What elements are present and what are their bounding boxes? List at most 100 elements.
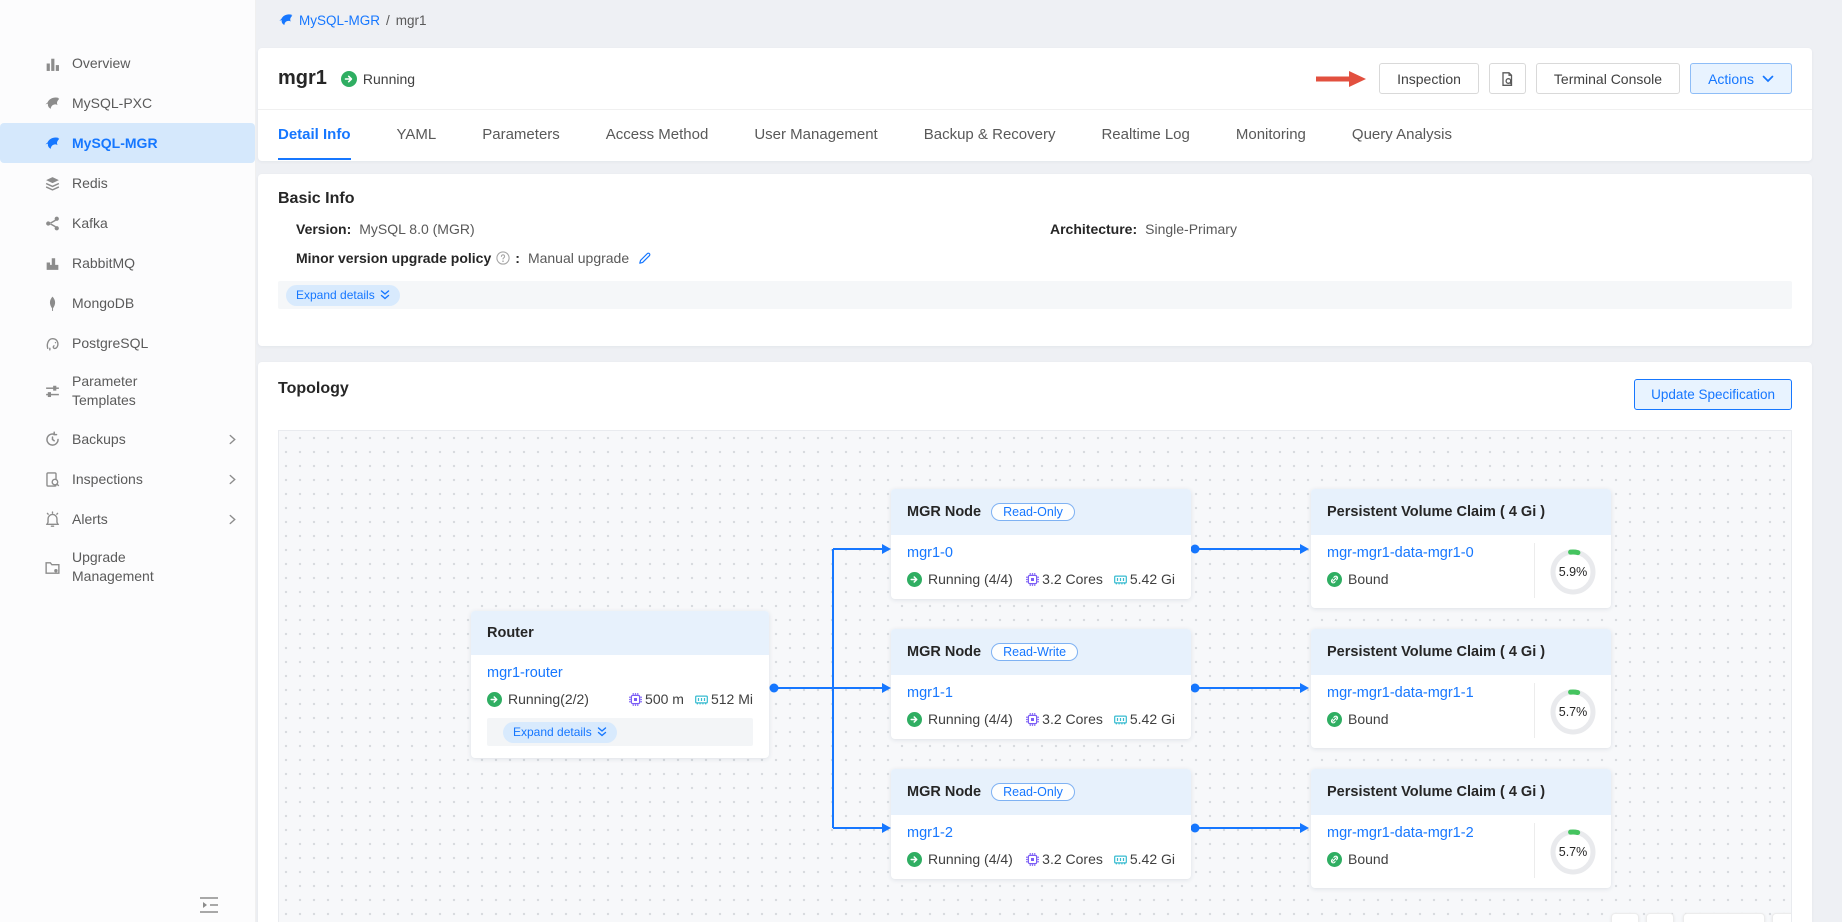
sidebar-item-label: Overview [72, 55, 130, 71]
cpu-icon [1025, 712, 1040, 727]
tab-yaml[interactable]: YAML [397, 110, 437, 160]
running-status-icon [907, 712, 922, 727]
sidebar-item-label: Parameter Templates [72, 372, 182, 410]
cluster-header-row: mgr1 Running Inspection Terminal Console… [258, 48, 1812, 110]
tab-backup-recovery[interactable]: Backup & Recovery [924, 110, 1056, 160]
chevron-down-icon [1762, 75, 1774, 83]
file-search-icon [44, 471, 61, 488]
role-badge: Read-Only [991, 503, 1075, 521]
sidebar-item-overview[interactable]: Overview [0, 43, 255, 83]
canvas-zoom-slider[interactable] [1683, 913, 1765, 922]
sidebar-item-inspections[interactable]: Inspections [0, 459, 255, 499]
basic-info-title: Basic Info [278, 190, 1792, 208]
cpu-icon [1025, 572, 1040, 587]
mgr-node-header: MGR Node Read-Only [891, 769, 1191, 815]
document-search-icon [1499, 71, 1515, 87]
tab-detail-info[interactable]: Detail Info [278, 110, 351, 160]
terminal-console-button[interactable]: Terminal Console [1536, 63, 1680, 94]
expand-details-button[interactable]: Expand details [286, 285, 400, 306]
router-mem-value: 512 Mi [711, 691, 753, 707]
update-specification-button[interactable]: Update Specification [1634, 379, 1792, 410]
app-root: Overview MySQL-PXC MySQL-MGR Redis Kafka… [0, 0, 1842, 922]
factory-icon [44, 255, 61, 272]
running-status-icon [907, 572, 922, 587]
sidebar-item-label: Backups [72, 431, 126, 447]
mgr-node-name-link[interactable]: mgr1-1 [907, 685, 1175, 701]
sidebar-item-redis[interactable]: Redis [0, 163, 255, 203]
topology-canvas[interactable]: Router mgr1-router Running(2/2) 500 m [278, 430, 1792, 922]
pvc-header: Persistent Volume Claim ( 4 Gi ) [1311, 629, 1611, 675]
policy-value: Manual upgrade [528, 250, 629, 266]
topology-title: Topology [278, 380, 1792, 398]
folder-gear-icon [44, 559, 61, 576]
canvas-control-button[interactable] [1646, 913, 1674, 922]
sidebar-item-mysql-mgr[interactable]: MySQL-MGR [0, 123, 255, 163]
sidebar-item-mysql-pxc[interactable]: MySQL-PXC [0, 83, 255, 123]
router-header-label: Router [487, 625, 534, 641]
pvc-body: mgr-mgr1-data-mgr1-0 Bound 5.9% [1311, 535, 1611, 608]
mgr-node-header-label: MGR Node [907, 504, 981, 520]
sidebar-item-rabbitmq[interactable]: RabbitMQ [0, 243, 255, 283]
mgr-node-cpu-value: 3.2 Cores [1042, 851, 1103, 867]
running-status-icon [487, 692, 502, 707]
sidebar-item-alerts[interactable]: Alerts [0, 499, 255, 539]
canvas-control-button[interactable] [1772, 913, 1792, 922]
router-name-link[interactable]: mgr1-router [487, 665, 753, 681]
sidebar-item-backups[interactable]: Backups [0, 419, 255, 459]
pvc-header-label: Persistent Volume Claim ( 4 Gi ) [1327, 644, 1545, 660]
version-value: MySQL 8.0 (MGR) [359, 221, 474, 237]
pvc-status: Bound [1327, 851, 1388, 867]
sidebar-item-label: MySQL-MGR [72, 135, 158, 151]
edit-pencil-icon[interactable] [637, 251, 652, 266]
share-nodes-icon [44, 215, 61, 232]
pvc-status-label: Bound [1348, 851, 1388, 867]
architecture-value: Single-Primary [1145, 221, 1237, 237]
router-card-header: Router [471, 611, 769, 655]
canvas-control-button[interactable] [1611, 913, 1639, 922]
breadcrumb-separator: / [386, 13, 390, 28]
help-circle-icon[interactable] [496, 251, 510, 265]
tab-access-method[interactable]: Access Method [606, 110, 709, 160]
policy-colon: : [515, 250, 520, 266]
sidebar-item-kafka[interactable]: Kafka [0, 203, 255, 243]
router-node-card: Router mgr1-router Running(2/2) 500 m [471, 611, 769, 758]
pvc-status: Bound [1327, 711, 1388, 727]
sidebar-item-parameter-templates[interactable]: Parameter Templates [0, 363, 255, 419]
router-status-label: Running(2/2) [508, 691, 589, 707]
mgr-node-name-link[interactable]: mgr1-2 [907, 825, 1175, 841]
inspection-button[interactable]: Inspection [1379, 63, 1479, 94]
tab-monitoring[interactable]: Monitoring [1236, 110, 1306, 160]
router-expand-details-button[interactable]: Expand details [503, 722, 617, 743]
cpu-icon [628, 692, 643, 707]
tab-parameters[interactable]: Parameters [482, 110, 560, 160]
mgr-node-body: mgr1-2 Running (4/4) 3.2 Cores 5.42 Gi [891, 815, 1191, 879]
pvc-card: Persistent Volume Claim ( 4 Gi ) mgr-mgr… [1311, 489, 1611, 608]
double-chevron-down-icon [380, 290, 390, 300]
mgr-node-mem-value: 5.42 Gi [1130, 851, 1175, 867]
sidebar-item-label: RabbitMQ [72, 255, 135, 271]
sliders-icon [44, 383, 61, 400]
chevron-right-icon [228, 434, 237, 445]
tab-query-analysis[interactable]: Query Analysis [1352, 110, 1452, 160]
actions-button[interactable]: Actions [1690, 63, 1792, 94]
architecture-field: Architecture: Single-Primary [1050, 221, 1237, 237]
status-label: Running [363, 71, 415, 87]
usage-gauge: 5.7% [1547, 686, 1599, 738]
sidebar-item-mongodb[interactable]: MongoDB [0, 283, 255, 323]
memory-icon [1113, 712, 1128, 727]
mgr-node-metrics: 3.2 Cores 5.42 Gi [1017, 571, 1175, 587]
sidebar-item-upgrade-management[interactable]: Upgrade Management [0, 539, 255, 595]
sidebar-item-postgresql[interactable]: PostgreSQL [0, 323, 255, 363]
usage-percent-label: 5.7% [1547, 686, 1599, 738]
inspection-report-button[interactable] [1489, 63, 1526, 94]
pvc-header: Persistent Volume Claim ( 4 Gi ) [1311, 769, 1611, 815]
tab-user-management[interactable]: User Management [754, 110, 877, 160]
collapse-sidebar-icon[interactable] [198, 895, 220, 915]
cpu-icon [1025, 852, 1040, 867]
role-badge: Read-Only [991, 783, 1075, 801]
mgr-node-name-link[interactable]: mgr1-0 [907, 545, 1175, 561]
breadcrumb-app-link[interactable]: MySQL-MGR [278, 12, 380, 28]
mgr-node-status: Running (4/4) [907, 571, 1013, 587]
tab-realtime-log[interactable]: Realtime Log [1101, 110, 1189, 160]
mgr-node-status: Running (4/4) [907, 851, 1013, 867]
